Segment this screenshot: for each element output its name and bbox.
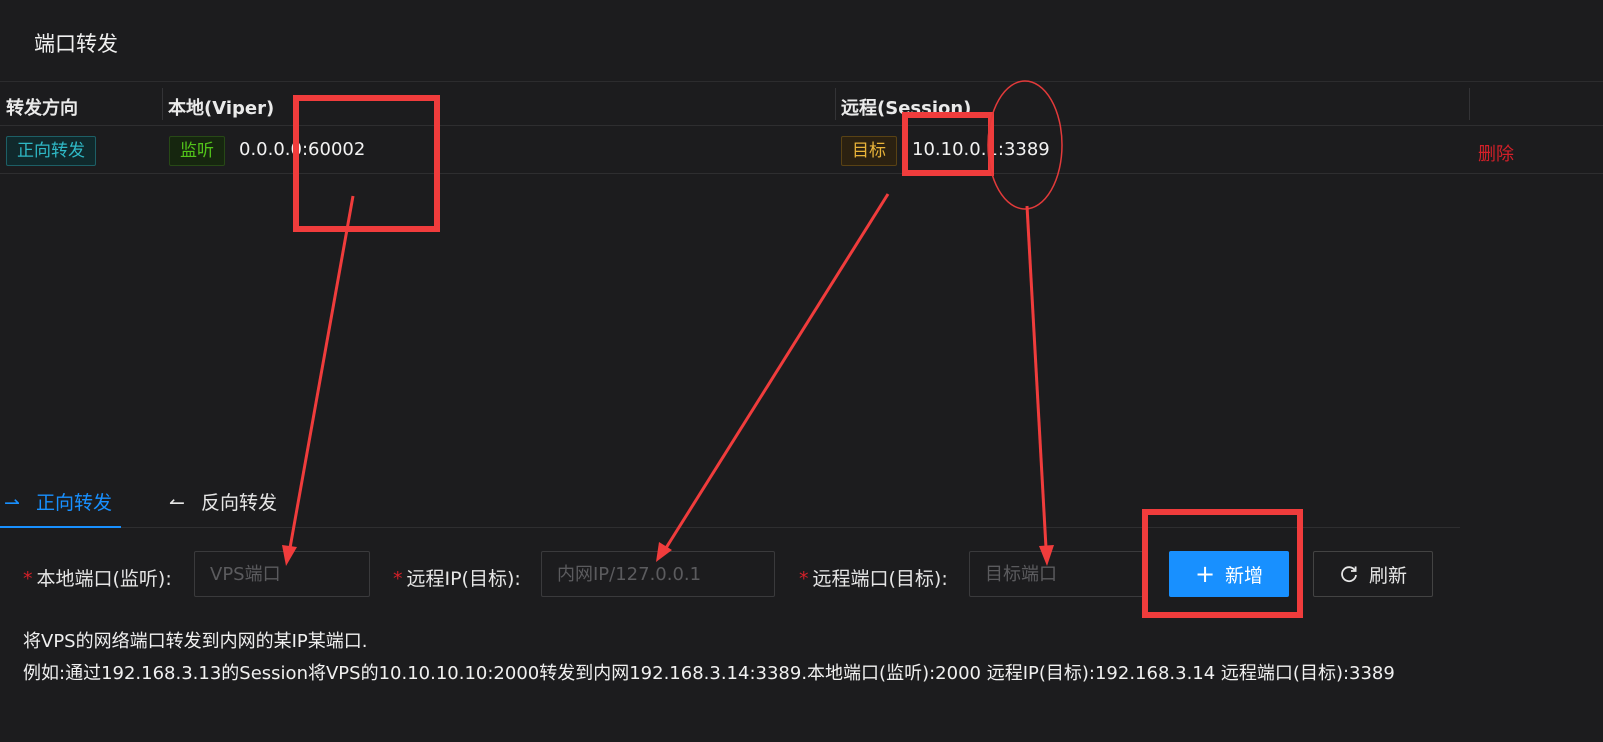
active-tab-indicator [0,526,121,528]
remote-port-label: * 远程端口(目标): [799,568,948,590]
plus-icon: + [1194,560,1216,588]
remote-ip-input[interactable] [541,551,775,597]
refresh-icon [1341,566,1357,583]
direction-tag: 正向转发 [6,136,96,166]
local-port-label: * 本地端口(监听): [23,568,172,590]
description-line-1: 将VPS的网络端口转发到内网的某IP某端口. [23,631,368,652]
port-forward-page: 端口转发 转发方向 本地(Viper) 远程(Session) 正向转发 监听 … [0,0,1603,742]
column-header-direction: 转发方向 [6,98,78,119]
column-header-local: 本地(Viper) [168,98,275,119]
add-button-label: 新增 [1225,564,1264,587]
column-divider [162,88,163,120]
page-title: 端口转发 [34,32,118,56]
tab-reverse-label: 反向转发 [200,492,277,514]
listen-tag: 监听 [169,136,225,166]
table-header: 转发方向 本地(Viper) 远程(Session) [0,84,1603,126]
required-mark: * [23,568,33,590]
column-divider [1469,88,1470,120]
remote-address: 10.10.0.1:3389 [912,139,1050,160]
tab-forward-label: 正向转发 [35,492,112,514]
forward-type-tabs: ⇀ 正向转发 ↼ 反向转发 [0,478,1460,528]
refresh-button[interactable]: 刷新 [1313,551,1433,597]
remote-ip-label: * 远程IP(目标): [393,568,521,590]
target-tag: 目标 [841,136,897,166]
local-port-input[interactable] [194,551,370,597]
remote-port-input[interactable] [969,551,1145,597]
tab-forward[interactable]: ⇀ 正向转发 [4,488,112,515]
arrow-left-icon: ↼ [169,492,185,514]
arrow-right-icon: ⇀ [4,492,20,514]
add-button[interactable]: + 新增 [1169,551,1289,597]
column-header-remote: 远程(Session) [841,98,972,119]
table-row: 正向转发 监听 0.0.0.0:60002 目标 10.10.0.1:3389 … [0,127,1603,174]
delete-button[interactable]: 删除 [1478,140,1514,166]
column-divider [835,88,836,120]
required-mark: * [393,568,403,590]
page-header: 端口转发 [0,0,1603,82]
description-line-2: 例如:通过192.168.3.13的Session将VPS的10.10.10.1… [23,663,1395,684]
tab-reverse[interactable]: ↼ 反向转发 [169,488,277,515]
required-mark: * [799,568,809,590]
refresh-button-label: 刷新 [1368,564,1407,587]
local-address: 0.0.0.0:60002 [239,139,366,160]
